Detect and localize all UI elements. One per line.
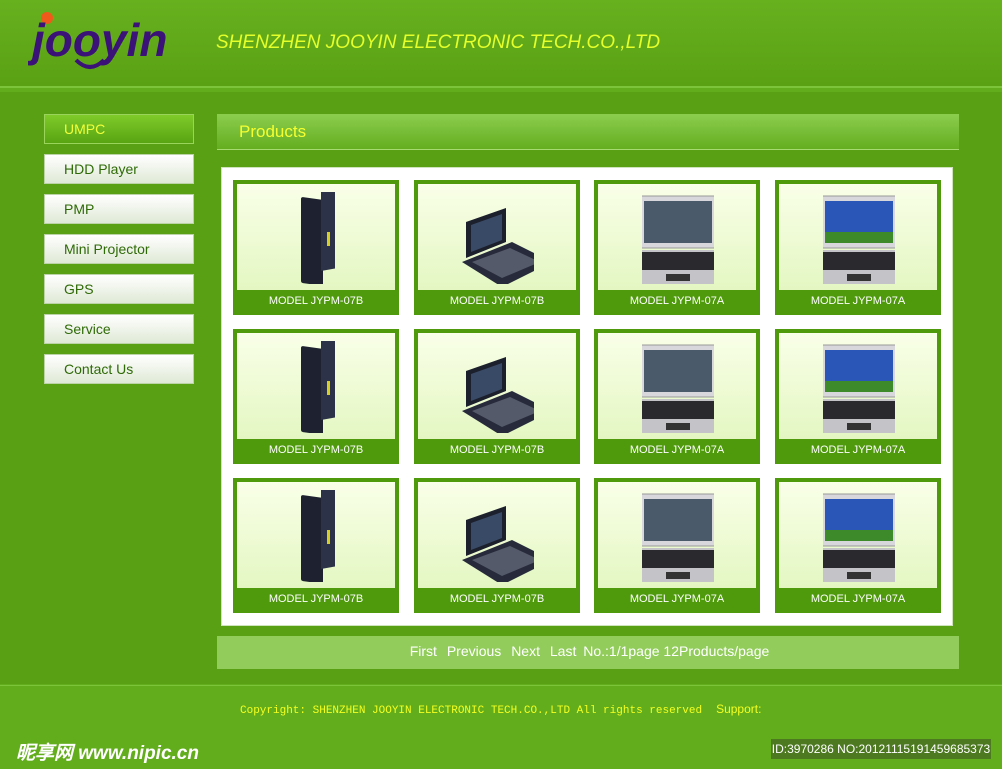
product-card[interactable]: MODEL JYPM-07B [414, 180, 580, 315]
product-card[interactable]: MODEL JYPM-07A [594, 180, 760, 315]
nav-item-service[interactable]: Service [44, 314, 194, 344]
product-grid: MODEL JYPM-07B MODEL JYPM-07B MODEL JYPM-0… [221, 167, 953, 626]
laptop-image [462, 208, 534, 284]
first-page-link[interactable]: First [410, 643, 437, 659]
product-label[interactable]: MODEL JYPM-07A [779, 439, 937, 461]
product-image[interactable] [598, 333, 756, 439]
products-header: Products [217, 114, 959, 150]
watermark: 昵享网 www.nipic.cn [16, 743, 199, 764]
product-card[interactable]: MODEL JYPM-07B [233, 478, 399, 613]
company-name: SHENZHEN JOOYIN ELECTRONIC TECH.CO.,LTD [216, 32, 661, 53]
nav-item-hdd-player[interactable]: HDD Player [44, 154, 194, 184]
header: jooyin SHENZHEN JOOYIN ELECTRONIC TECH.C… [0, 0, 1002, 88]
sidebar-nav: UMPC HDD Player PMP Mini Projector GPS Servi… [44, 114, 194, 394]
product-image[interactable] [237, 184, 395, 290]
product-card[interactable]: MODEL JYPM-07A [594, 329, 760, 464]
laptop-image [462, 506, 534, 582]
product-label[interactable]: MODEL JYPM-07A [598, 439, 756, 461]
product-image[interactable] [418, 184, 576, 290]
support-label: Support: [716, 702, 762, 716]
product-image[interactable] [418, 482, 576, 588]
product-label[interactable]: MODEL JYPM-07B [237, 439, 395, 461]
product-image[interactable] [598, 482, 756, 588]
copyright-text: Copyright: SHENZHEN JOOYIN ELECTRONIC TE… [240, 705, 703, 717]
product-label[interactable]: MODEL JYPM-07B [237, 588, 395, 610]
nav-item-gps[interactable]: GPS [44, 274, 194, 304]
product-image[interactable] [237, 482, 395, 588]
product-image[interactable] [779, 333, 937, 439]
page-info: No.:1/1page [583, 643, 660, 659]
product-label[interactable]: MODEL JYPM-07A [779, 290, 937, 312]
nav-item-umpc[interactable]: UMPC [44, 114, 194, 144]
copyright: Copyright: SHENZHEN JOOYIN ELECTRONIC TE… [240, 702, 761, 717]
product-label[interactable]: MODEL JYPM-07A [779, 588, 937, 610]
laptop-image [462, 357, 534, 433]
previous-page-link[interactable]: Previous [447, 643, 501, 659]
image-id: ID:3970286 NO:20121115191459685373 [771, 739, 991, 759]
product-image[interactable] [598, 184, 756, 290]
product-image[interactable] [779, 184, 937, 290]
product-label[interactable]: MODEL JYPM-07B [418, 588, 576, 610]
next-page-link[interactable]: Next [511, 643, 540, 659]
product-card[interactable]: MODEL JYPM-07B [233, 180, 399, 315]
product-label[interactable]: MODEL JYPM-07A [598, 290, 756, 312]
last-page-link[interactable]: Last [550, 643, 576, 659]
products-title: Products [239, 122, 307, 141]
product-label[interactable]: MODEL JYPM-07B [237, 290, 395, 312]
product-image[interactable] [779, 482, 937, 588]
svg-text:jooyin: jooyin [28, 14, 167, 66]
laptop-image [642, 493, 714, 582]
product-image[interactable] [418, 333, 576, 439]
laptop-image [823, 493, 895, 582]
nav-item-pmp[interactable]: PMP [44, 194, 194, 224]
laptop-image [301, 341, 335, 433]
product-card[interactable]: MODEL JYPM-07B [414, 478, 580, 613]
product-card[interactable]: MODEL JYPM-07A [775, 180, 941, 315]
laptop-image [823, 344, 895, 433]
pagination: First Previous Next Last No.:1/1page 12P… [217, 636, 959, 669]
laptop-image [823, 195, 895, 284]
laptop-image [301, 192, 335, 284]
footer-divider [0, 685, 1002, 686]
product-card[interactable]: MODEL JYPM-07A [594, 478, 760, 613]
product-image[interactable] [237, 333, 395, 439]
product-card[interactable]: MODEL JYPM-07A [775, 329, 941, 464]
product-card[interactable]: MODEL JYPM-07A [775, 478, 941, 613]
laptop-image [642, 195, 714, 284]
nav-item-mini-projector[interactable]: Mini Projector [44, 234, 194, 264]
laptop-image [301, 490, 335, 582]
product-card[interactable]: MODEL JYPM-07B [414, 329, 580, 464]
product-label[interactable]: MODEL JYPM-07A [598, 588, 756, 610]
nav-item-contact-us[interactable]: Contact Us [44, 354, 194, 384]
product-label[interactable]: MODEL JYPM-07B [418, 439, 576, 461]
product-label[interactable]: MODEL JYPM-07B [418, 290, 576, 312]
jooyin-logo[interactable]: jooyin [28, 8, 188, 72]
per-page-info: 12Products/page [663, 643, 770, 659]
laptop-image [642, 344, 714, 433]
product-card[interactable]: MODEL JYPM-07B [233, 329, 399, 464]
